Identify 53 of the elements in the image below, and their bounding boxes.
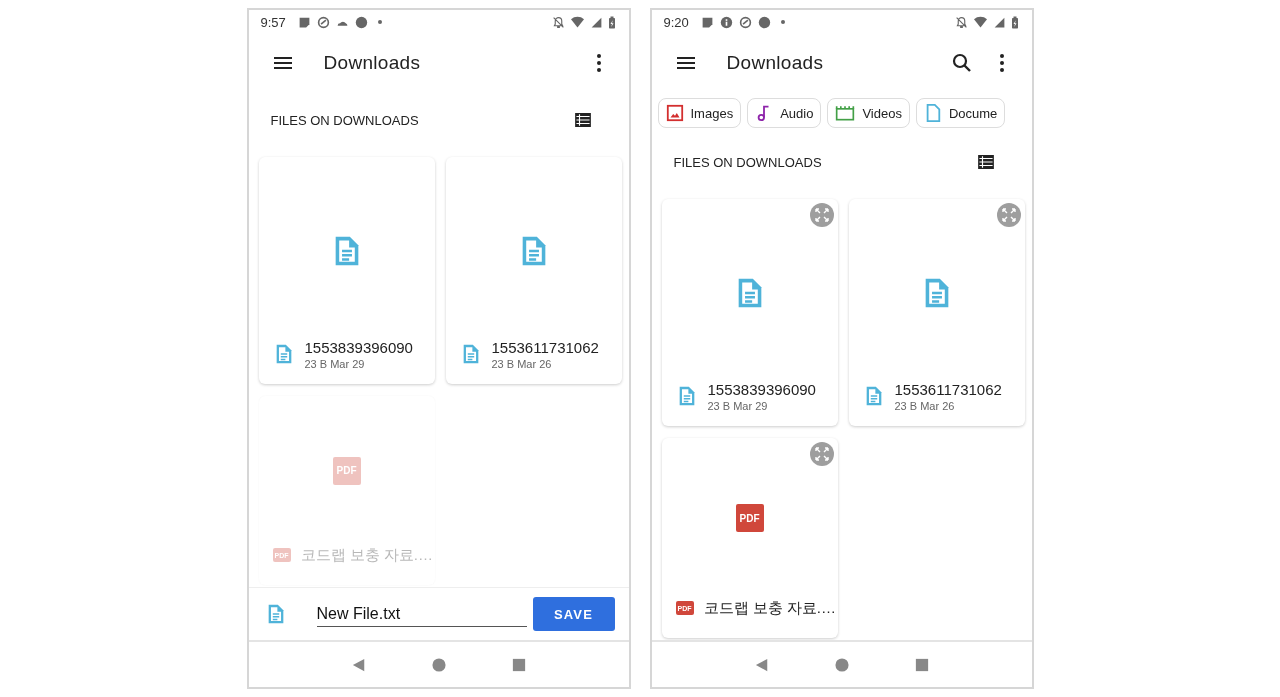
battery-icon: [1011, 15, 1018, 29]
clapperboard-icon: [835, 104, 856, 122]
file-name: 1553839396090: [304, 338, 413, 356]
expand-preview-icon[interactable]: [809, 442, 834, 466]
status-time: 9:57: [260, 14, 286, 30]
recents-icon[interactable]: [511, 657, 526, 672]
filter-chip[interactable]: Audio: [747, 98, 822, 128]
status-time: 9:20: [663, 14, 689, 30]
list-view-icon[interactable]: [977, 155, 994, 169]
file-name: 코드랩 보충 자료.…: [300, 545, 433, 565]
file-name: 1553611731062: [894, 380, 1002, 398]
filter-chip[interactable]: Videos: [827, 98, 910, 128]
file-card[interactable]: 1553839396090 23 B Mar 29: [258, 157, 435, 384]
circle-icon: [354, 15, 368, 29]
pdf-badge: PDF: [735, 504, 764, 532]
section-title: FILES ON DOWNLOADS: [673, 154, 823, 170]
muted-bell-icon: [551, 15, 565, 29]
file-name: 코드랩 보충 자료.…: [703, 598, 836, 618]
expand-preview-icon[interactable]: [809, 203, 834, 227]
home-icon[interactable]: [834, 657, 849, 672]
file-details: 23 B Mar 26: [491, 357, 553, 370]
note-icon: [700, 15, 714, 29]
muted-bell-icon: [954, 15, 968, 29]
file-name: 1553839396090: [707, 380, 816, 398]
info-icon: [719, 15, 733, 29]
back-icon[interactable]: [351, 657, 366, 672]
battery-icon: [608, 15, 615, 29]
section-title: FILES ON DOWNLOADS: [270, 112, 420, 128]
save-button[interactable]: SAVE: [532, 597, 615, 631]
dot-icon: [377, 20, 382, 24]
file-details: 23 B Mar 26: [894, 399, 956, 412]
file-details: 23 B Mar 29: [304, 357, 366, 370]
circle-icon: [757, 15, 771, 29]
file-name: 1553611731062: [491, 338, 599, 356]
recents-icon[interactable]: [914, 657, 929, 672]
back-icon[interactable]: [754, 657, 769, 672]
file-card[interactable]: 1553839396090 23 B Mar 29: [661, 199, 838, 426]
dot-icon: [780, 20, 785, 24]
toolbar-title: Downloads: [323, 52, 422, 74]
image-icon: [665, 104, 684, 122]
file-card[interactable]: 1553611731062 23 B Mar 26: [848, 199, 1025, 426]
filter-chip[interactable]: Images: [657, 98, 742, 128]
file-details: 23 B Mar 29: [707, 399, 769, 412]
expand-preview-icon[interactable]: [996, 203, 1021, 227]
wifi-icon: [570, 15, 584, 29]
list-view-icon[interactable]: [574, 113, 591, 127]
pdf-badge: PDF: [332, 456, 361, 485]
wifi-icon: [973, 15, 987, 29]
toolbar-title: Downloads: [726, 52, 825, 74]
filter-chip[interactable]: Docume: [915, 98, 1006, 128]
note-icon: [297, 15, 311, 29]
home-icon[interactable]: [431, 657, 446, 672]
file-card[interactable]: 1553611731062 23 B Mar 26: [445, 157, 622, 384]
